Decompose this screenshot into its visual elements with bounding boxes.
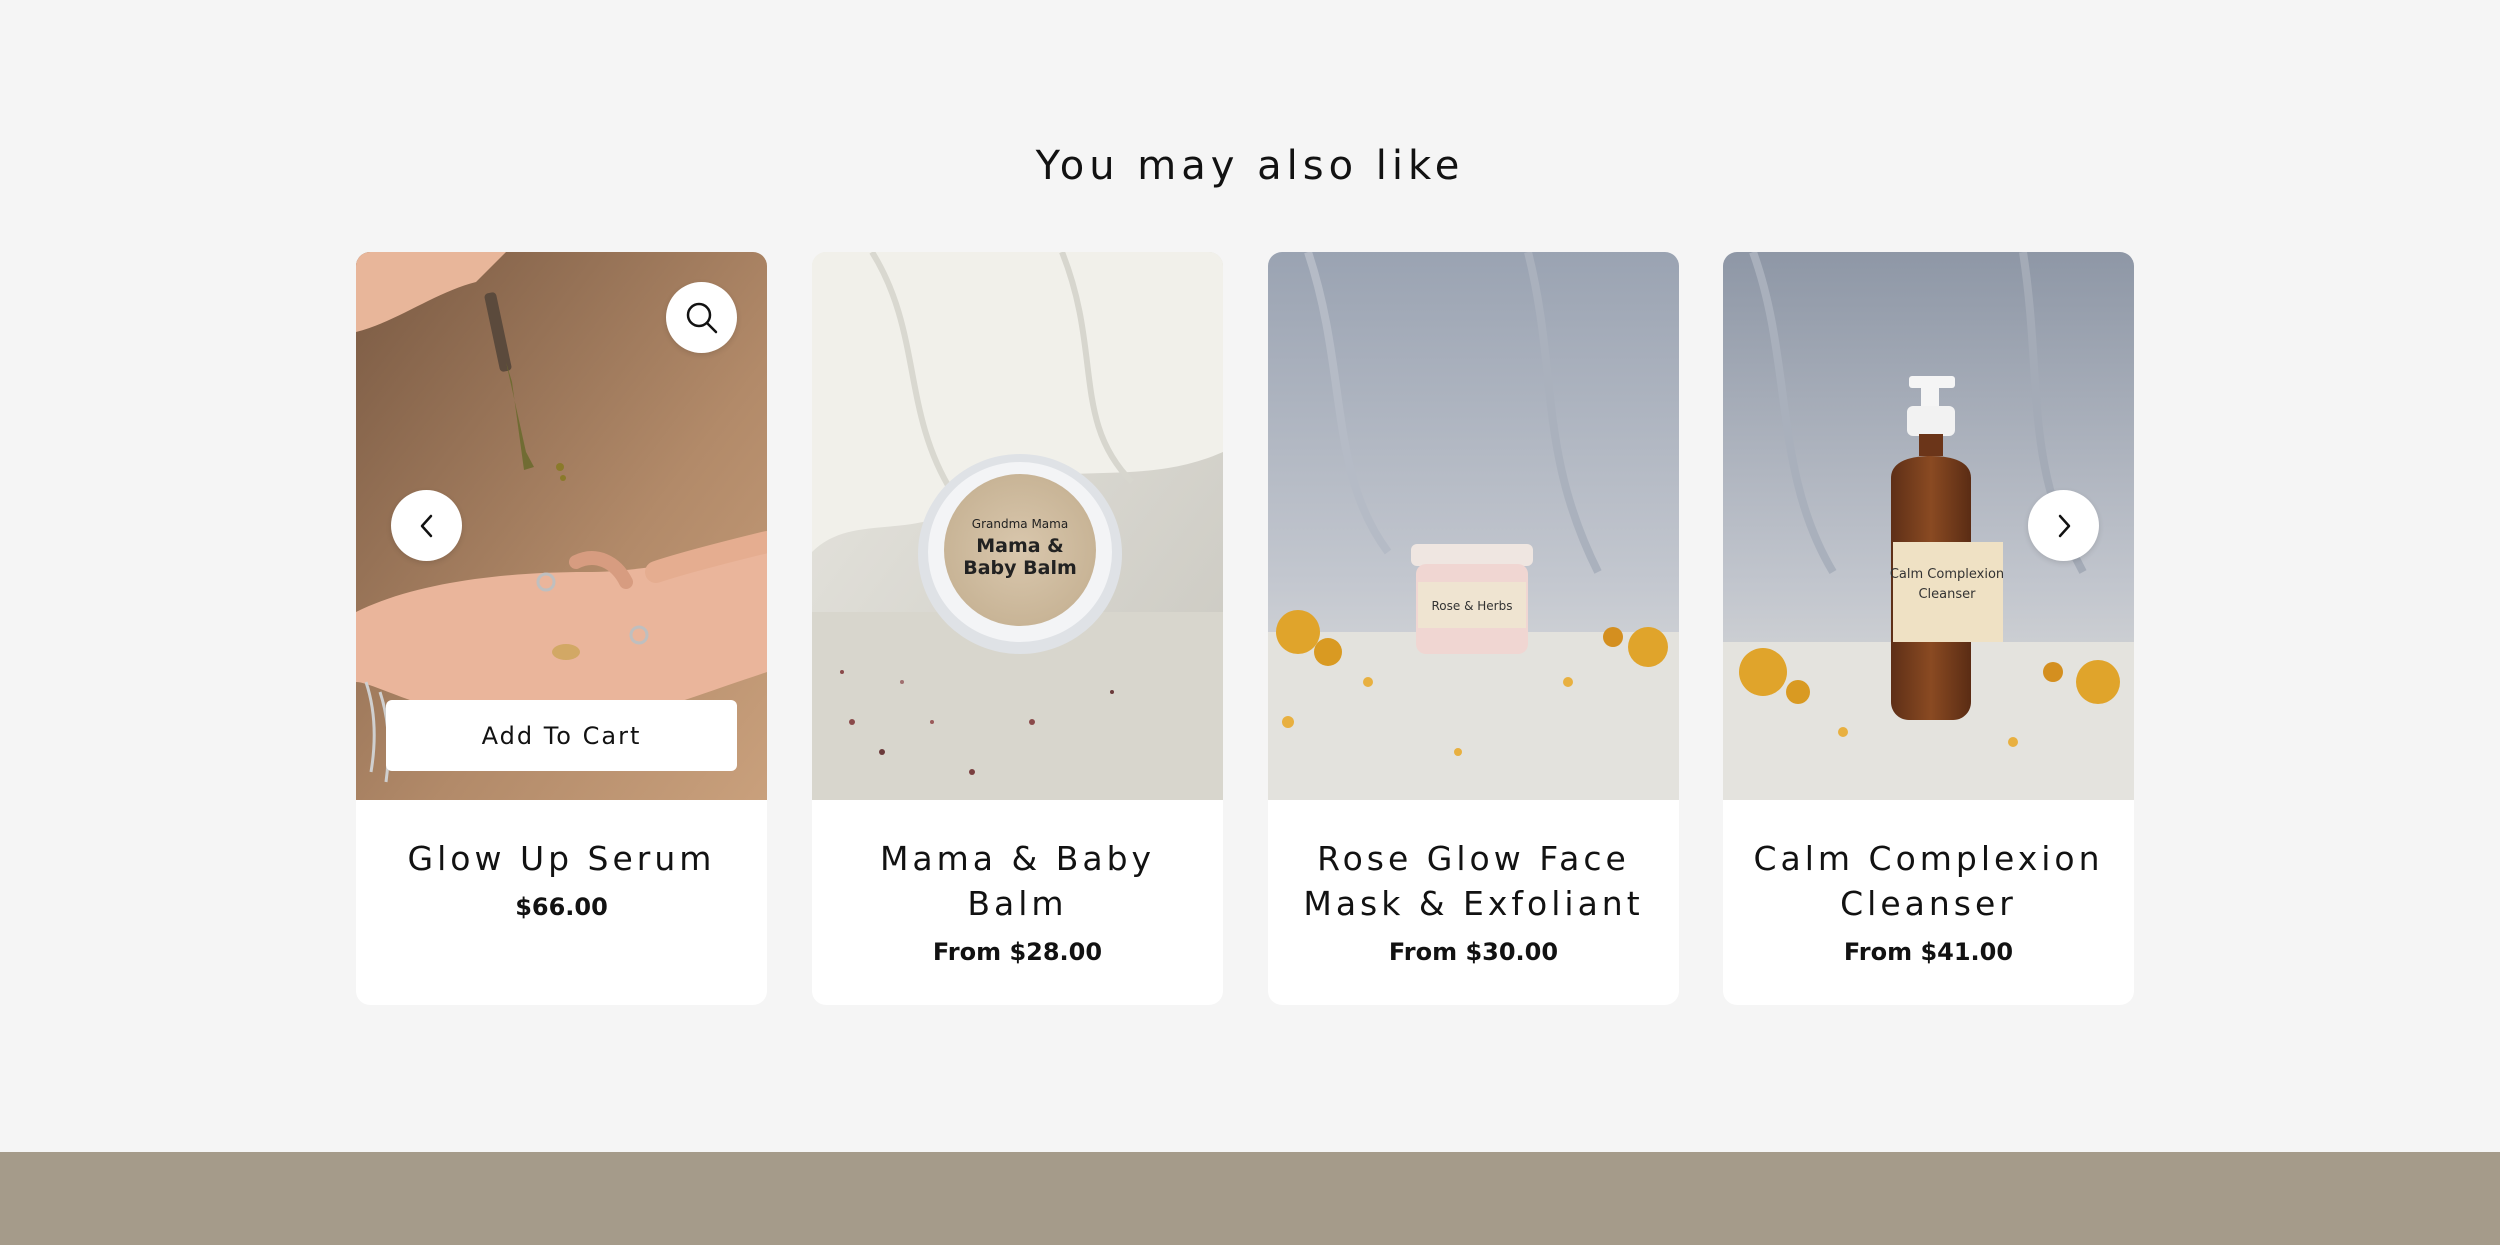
product-price: From $30.00	[1388, 938, 1559, 966]
svg-text:Grandma Mama: Grandma Mama	[972, 517, 1068, 531]
product-title[interactable]: Rose Glow Face Mask & Exfoliant	[1298, 836, 1649, 926]
chevron-right-icon	[2058, 514, 2070, 537]
product-grid: Add To Cart Glow Up Serum $66.00 Grandma…	[356, 252, 2134, 1005]
product-image[interactable]: Add To Cart	[356, 252, 767, 800]
product-price: From $41.00	[1843, 938, 2014, 966]
product-image[interactable]: Rose & Herbs	[1268, 252, 1679, 800]
svg-text:Calm Complexion: Calm Complexion	[1890, 567, 2004, 582]
product-card[interactable]: Rose & Herbs Rose Glow Face Mask & Exfol…	[1268, 252, 1679, 1005]
quick-view-button[interactable]	[666, 282, 737, 353]
svg-text:Baby Balm: Baby Balm	[963, 557, 1077, 579]
product-info: Rose Glow Face Mask & Exfoliant From $30…	[1268, 800, 1679, 968]
product-price: From $28.00	[932, 938, 1103, 966]
svg-text:Mama &: Mama &	[976, 535, 1064, 557]
magnifier-icon	[686, 302, 717, 333]
add-to-cart-button[interactable]: Add To Cart	[386, 700, 737, 771]
section-title: You may also like	[1035, 143, 1465, 189]
svg-text:Cleanser: Cleanser	[1918, 587, 1976, 602]
carousel-next-button[interactable]	[2028, 490, 2099, 561]
product-card[interactable]: Add To Cart Glow Up Serum $66.00	[356, 252, 767, 1005]
carousel-prev-button[interactable]	[391, 490, 462, 561]
svg-text:Rose & Herbs: Rose & Herbs	[1432, 599, 1513, 613]
product-card[interactable]: Grandma Mama Mama & Baby Balm Mama & Bab…	[812, 252, 1223, 1005]
footer-band	[0, 1152, 2500, 1245]
product-info: Calm Complexion Cleanser From $41.00	[1723, 800, 2134, 968]
product-price: $66.00	[515, 893, 608, 921]
product-info: Mama & Baby Balm From $28.00	[812, 800, 1223, 968]
product-title[interactable]: Mama & Baby Balm	[842, 836, 1193, 926]
product-title[interactable]: Calm Complexion Cleanser	[1753, 836, 2104, 926]
product-card[interactable]: Calm Complexion Cleanser Calm Complexion…	[1723, 252, 2134, 1005]
product-title[interactable]: Glow Up Serum	[386, 836, 737, 881]
chevron-left-icon	[420, 514, 432, 537]
product-image[interactable]: Grandma Mama Mama & Baby Balm	[812, 252, 1223, 800]
related-products-section: You may also like Add To Cart Glow Up Se…	[0, 0, 2500, 1152]
product-info: Glow Up Serum $66.00	[356, 800, 767, 923]
